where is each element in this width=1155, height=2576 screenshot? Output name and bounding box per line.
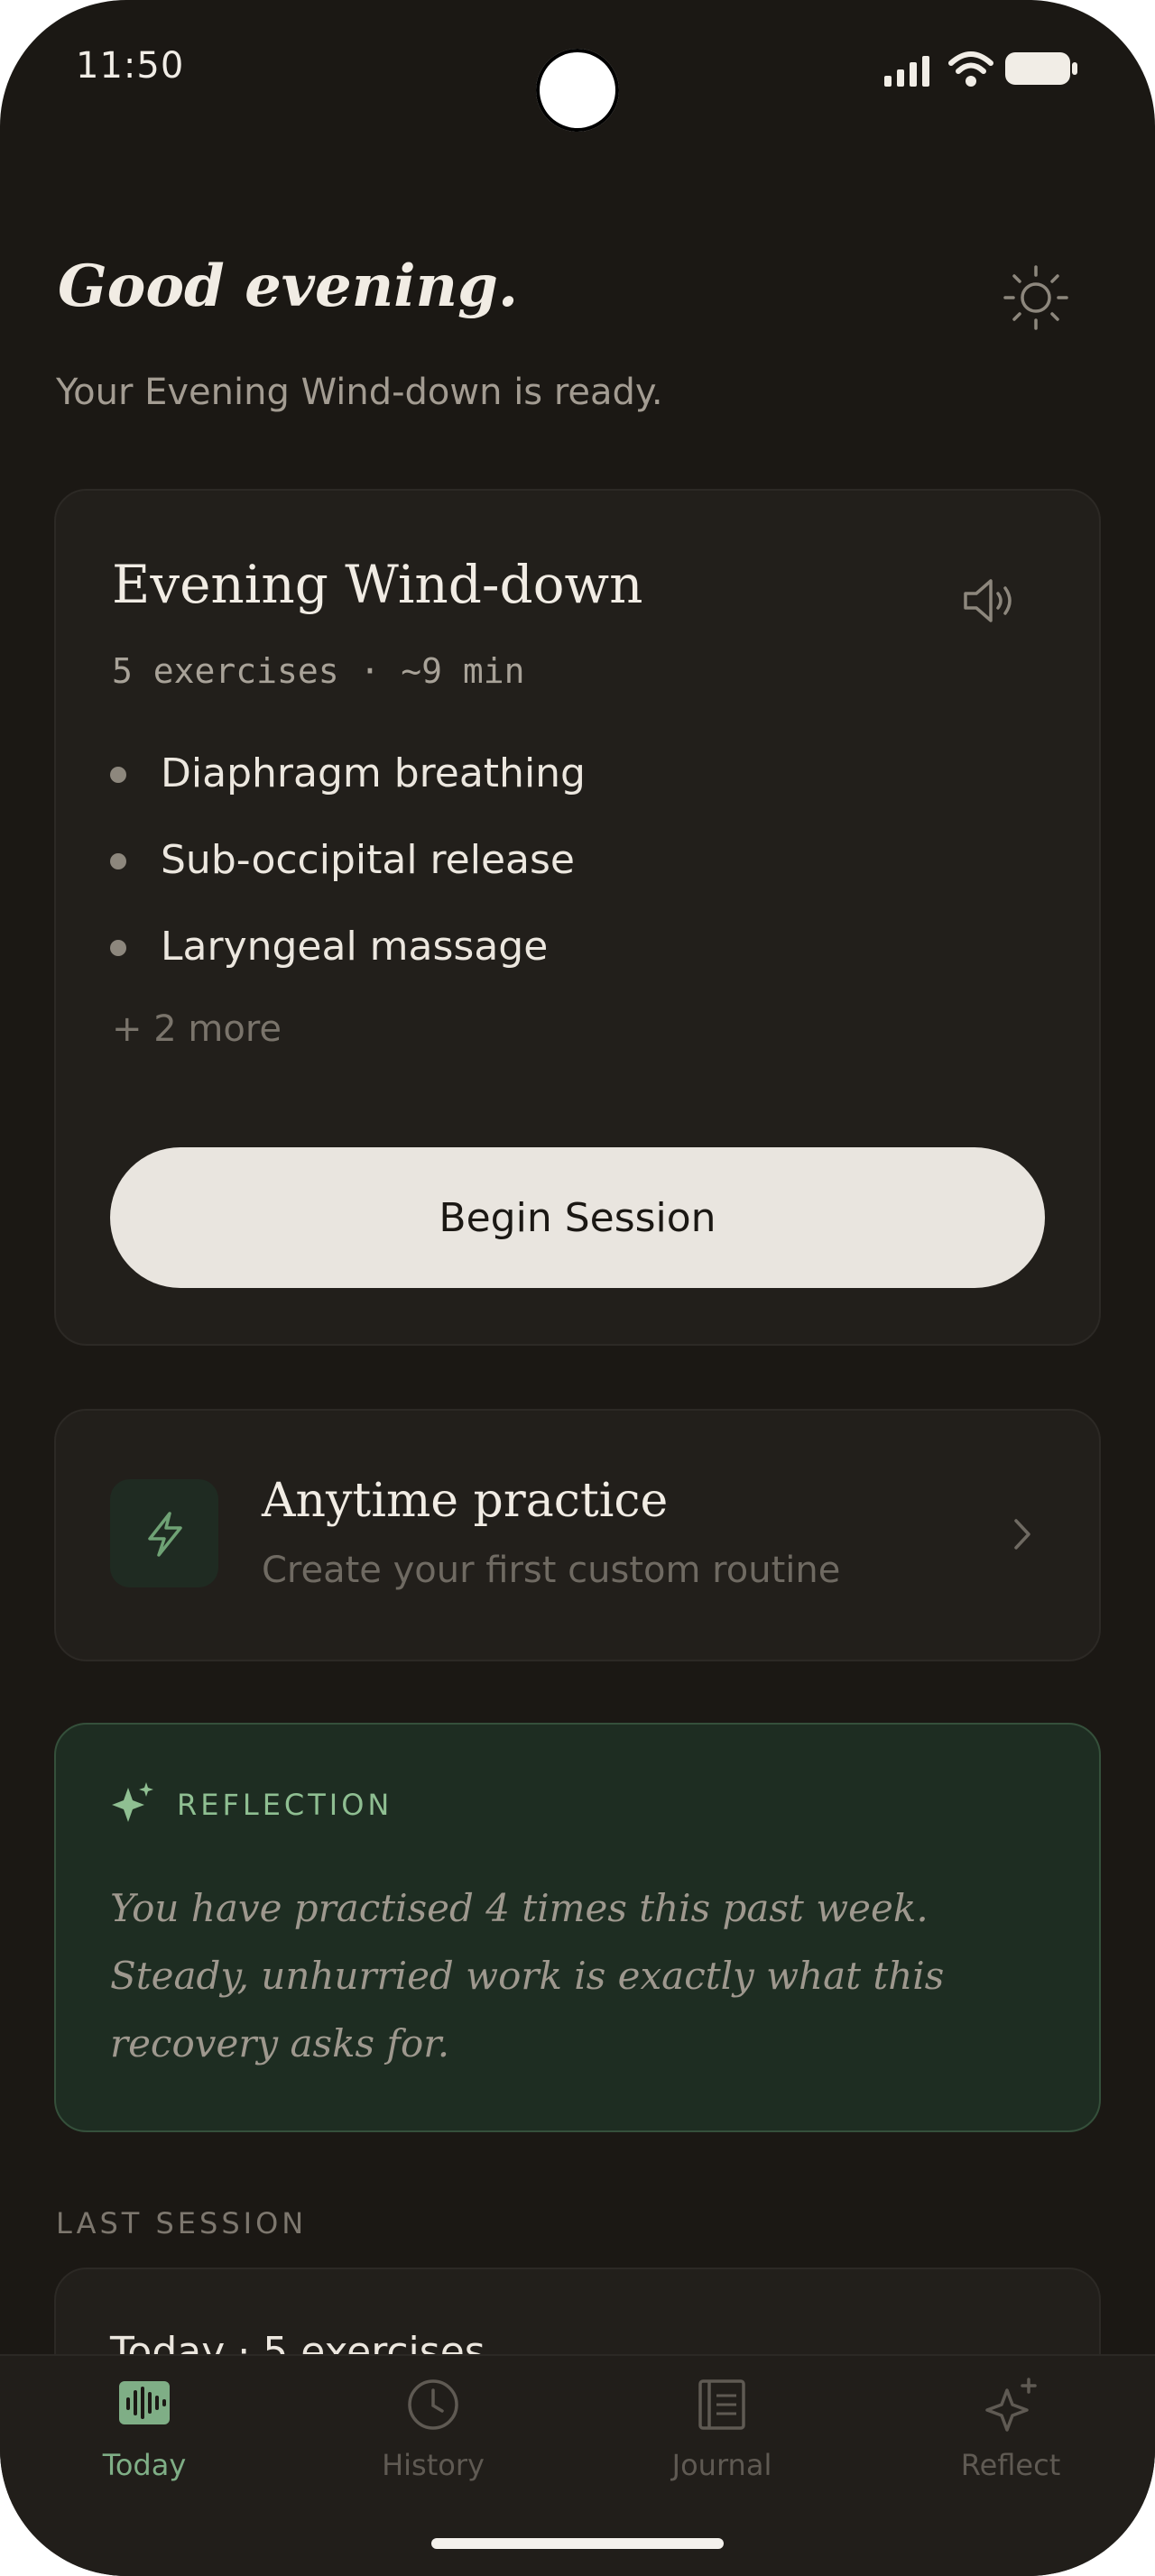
clock-icon (408, 2379, 458, 2430)
reflection-label: REFLECTION (177, 1788, 393, 1822)
bullet-dot (110, 767, 126, 783)
sun-icon[interactable] (1000, 262, 1072, 334)
tab-journal[interactable]: Journal (632, 2378, 812, 2495)
speaker-icon[interactable] (960, 574, 1020, 628)
tab-label: Reflect (960, 2448, 1061, 2482)
bullet-dot (110, 853, 126, 869)
sparkle-icon (985, 2378, 1037, 2432)
sparkle-icon (112, 1782, 153, 1822)
lightning-icon (148, 1512, 182, 1557)
tab-label: Journal (671, 2448, 772, 2482)
waveform-icon (119, 2381, 170, 2424)
exercise-item: Diaphragm breathing (161, 750, 586, 796)
tab-label: History (382, 2448, 485, 2482)
routine-meta: 5 exercises · ~9 min (112, 651, 525, 691)
greeting-title: Good evening. (58, 253, 519, 320)
greeting-subtitle: Your Evening Wind-down is ready. (56, 372, 663, 413)
chevron-right-icon (1014, 1519, 1030, 1550)
signal-icon (884, 56, 929, 87)
lightning-tile (110, 1479, 218, 1587)
bullet-dot (110, 940, 126, 956)
exercise-item: Sub-occipital release (161, 837, 575, 883)
tab-label: Today (102, 2448, 187, 2482)
tab-history[interactable]: History (343, 2378, 523, 2495)
more-exercises[interactable]: + 2 more (112, 1008, 282, 1050)
reflection-text: You have practised 4 times this past wee… (110, 1886, 945, 2065)
begin-session-button[interactable]: Begin Session (110, 1147, 1045, 1288)
tab-reflect[interactable]: Reflect (920, 2378, 1101, 2495)
wifi-icon (948, 51, 993, 87)
routine-title: Evening Wind-down (112, 554, 643, 615)
last-session-heading: LAST SESSION (56, 2206, 308, 2240)
anytime-subtitle: Create your first custom routine (262, 1550, 841, 1591)
exercise-item: Laryngeal massage (161, 924, 549, 970)
battery-icon (1005, 52, 1077, 85)
tab-today[interactable]: Today (54, 2378, 235, 2495)
home-indicator[interactable] (431, 2538, 724, 2549)
journal-icon (698, 2379, 745, 2430)
status-time: 11:50 (76, 45, 185, 87)
camera-cutout (536, 49, 619, 132)
app-screen: 11:50 Good evening. Your Evening Wind-do… (0, 0, 1155, 2576)
anytime-title: Anytime practice (262, 1474, 669, 1528)
